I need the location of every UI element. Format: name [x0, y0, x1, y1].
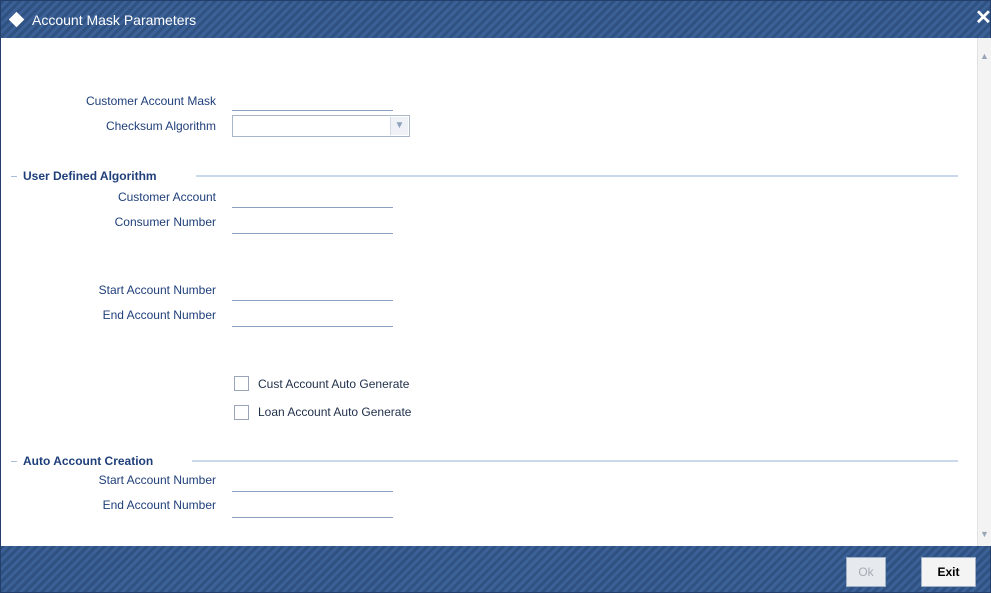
- section-divider: [196, 175, 958, 177]
- exit-button[interactable]: Exit: [921, 557, 976, 587]
- title-bar: Account Mask Parameters ✕: [1, 1, 991, 38]
- cust-account-auto-generate-checkbox[interactable]: [234, 376, 249, 391]
- footer-bar: Ok Exit: [1, 546, 990, 592]
- chevron-down-icon[interactable]: ▼: [390, 117, 408, 135]
- vertical-scrollbar[interactable]: ▲ ▼: [977, 38, 991, 546]
- user-defined-algorithm-heading: User Defined Algorithm: [23, 169, 157, 183]
- consumer-number-input[interactable]: [232, 215, 393, 234]
- cust-account-auto-generate-label: Cust Account Auto Generate: [258, 377, 410, 391]
- customer-account-mask-label: Customer Account Mask: [85, 94, 216, 108]
- scroll-up-icon[interactable]: ▲: [979, 50, 990, 62]
- start-account-number-label: Start Account Number: [98, 283, 216, 297]
- checksum-algorithm-select[interactable]: ▼: [232, 115, 410, 137]
- loan-account-auto-generate-label: Loan Account Auto Generate: [258, 405, 412, 419]
- customer-account-input[interactable]: [232, 189, 393, 208]
- end-account-number-label: End Account Number: [102, 308, 216, 322]
- window-title: Account Mask Parameters: [32, 12, 197, 28]
- start-account-number-input[interactable]: [232, 282, 393, 301]
- auto-start-account-number-input[interactable]: [232, 473, 393, 492]
- auto-end-account-number-label: End Account Number: [102, 498, 216, 512]
- close-icon[interactable]: ✕: [975, 8, 991, 28]
- scroll-down-icon[interactable]: ▼: [979, 528, 990, 540]
- checksum-algorithm-label: Checksum Algorithm: [105, 119, 216, 133]
- end-account-number-input[interactable]: [232, 308, 393, 327]
- customer-account-label: Customer Account: [117, 190, 216, 204]
- account-mask-window: Account Mask Parameters ✕ ▲ ▼ Customer A…: [0, 0, 991, 593]
- section-divider: [192, 460, 958, 462]
- diamond-icon: [8, 11, 25, 28]
- loan-account-auto-generate-checkbox[interactable]: [234, 405, 249, 420]
- auto-start-account-number-label: Start Account Number: [98, 473, 216, 487]
- ok-button[interactable]: Ok: [846, 557, 886, 587]
- customer-account-mask-input[interactable]: [232, 92, 393, 111]
- section-dash: [11, 176, 17, 177]
- section-dash: [11, 461, 17, 462]
- auto-end-account-number-input[interactable]: [232, 499, 393, 518]
- auto-account-creation-heading: Auto Account Creation: [23, 454, 154, 468]
- consumer-number-label: Consumer Number: [114, 215, 216, 229]
